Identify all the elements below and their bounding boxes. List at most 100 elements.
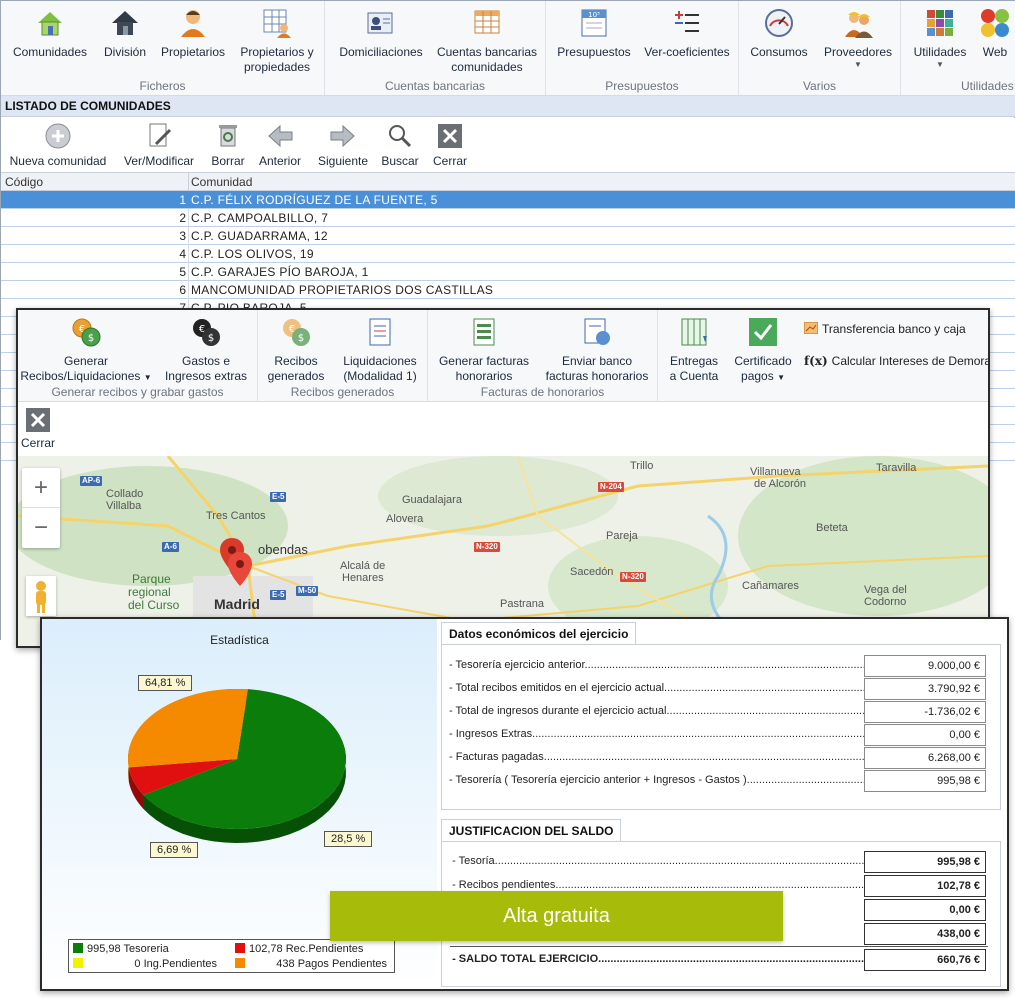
row-name: C.P. LOS OLIVOS, 19: [191, 247, 314, 261]
datos-row: - Tesorería ejercicio anterior..........…: [449, 655, 989, 677]
data-label-tesoreria: 64,81 %: [138, 675, 193, 691]
generar-recibos-button[interactable]: € $ Generar Recibos/Liquidaciones ▼: [20, 316, 152, 385]
legend-swatch: [235, 958, 245, 968]
table-row[interactable]: 3 C.P. GUADARRAMA, 12: [1, 227, 1015, 245]
gauge-icon: [765, 9, 793, 37]
datos-row-value: 995,98 €: [864, 770, 986, 792]
ribbon-group-label-g2: Recibos generados: [290, 385, 395, 399]
map-pin-icon[interactable]: [228, 552, 252, 586]
table-row[interactable]: 4 C.P. LOS OLIVOS, 19: [1, 245, 1015, 263]
pegman-icon: [36, 581, 46, 613]
legend-item-tesoreria: 995,98 Tesoreria: [73, 942, 169, 956]
recibos-window: € $ Generar Recibos/Liquidaciones ▼ € $ …: [16, 308, 990, 648]
proveedores-button[interactable]: Proveedores ▼: [819, 7, 897, 69]
map-label-alcala-1: Alcalá de: [340, 560, 386, 572]
entregas-label-1: Entregas: [669, 354, 719, 368]
arrow-left-icon: [268, 124, 293, 148]
buscar-label: Buscar: [381, 154, 419, 168]
column-header-comunidad[interactable]: Comunidad: [191, 175, 252, 189]
utilidades-button[interactable]: Utilidades ▼: [909, 7, 971, 69]
enviar-banco-label-1: Enviar banco: [561, 354, 633, 368]
recibos-generados-button[interactable]: € $ Recibos generados: [264, 316, 328, 384]
entregas-label-2: a Cuenta: [669, 369, 719, 383]
datos-row-label: - Total de ingresos durante el ejercicio…: [449, 705, 864, 717]
consumos-button[interactable]: Consumos: [745, 7, 813, 60]
house-dark-icon: [112, 11, 138, 35]
enviar-banco-button[interactable]: Enviar banco facturas honorarios: [540, 316, 654, 384]
alta-gratuita-button[interactable]: Alta gratuita: [330, 891, 783, 941]
row-name: C.P. GUADARRAMA, 12: [191, 229, 328, 243]
datos-row-label: - Total recibos emitidos en el ejercicio…: [449, 682, 864, 694]
cerrar-recibos-button[interactable]: Cerrar: [18, 408, 58, 450]
intereses-label: Calcular Intereses de Demora: [831, 354, 990, 368]
table-row[interactable]: 2 C.P. CAMPOALBILLO, 7: [1, 209, 1015, 227]
legend-item-pagos: 438 Pagos Pendientes: [235, 957, 387, 971]
ver-modificar-label: Ver/Modificar: [123, 154, 195, 168]
gastos-label-2: Ingresos extras: [164, 369, 248, 383]
tab-datos-economicos[interactable]: Datos económicos del ejercicio: [441, 622, 637, 644]
entregas-cuenta-button[interactable]: Entregas a Cuenta: [664, 316, 724, 384]
propietarios-propiedades-button[interactable]: Propietarios y propiedades: [235, 7, 319, 75]
generar-facturas-label-1: Generar facturas: [438, 354, 530, 368]
ver-modificar-button[interactable]: Ver/Modificar: [119, 122, 199, 168]
legend-text: 102,78 Rec.Pendientes: [249, 943, 364, 955]
table-row[interactable]: 5 C.P. GARAJES PÍO BAROJA, 1: [1, 263, 1015, 281]
web-button[interactable]: Web: [975, 7, 1015, 60]
person-icon: [181, 10, 205, 37]
anterior-button[interactable]: Anterior: [257, 122, 303, 168]
zoom-out-button[interactable]: −: [22, 508, 60, 548]
justificacion-row: - Tesoría...............................…: [449, 851, 989, 873]
road-label-n204: N-204: [598, 482, 624, 492]
borrar-button[interactable]: Borrar: [207, 122, 249, 168]
tab-justificacion-saldo[interactable]: JUSTIFICACION DEL SALDO: [441, 819, 622, 841]
cuentas-bancarias-comunidades-button[interactable]: Cuentas bancarias comunidades: [433, 7, 541, 75]
datos-row: - Ingresos Extras.......................…: [449, 724, 989, 746]
comunidades-label: Comunidades: [12, 45, 88, 59]
table-row[interactable]: 6 MANCOMUNIDAD PROPIETARIOS DOS CASTILLA…: [1, 281, 1015, 299]
row-separator: [188, 209, 189, 227]
row-code: 3: [179, 229, 186, 243]
presupuestos-label: Presupuestos: [557, 45, 631, 59]
liquidaciones-button[interactable]: Liquidaciones (Modalidad 1): [336, 316, 424, 384]
cerrar-button[interactable]: Cerrar: [429, 122, 471, 168]
column-header-codigo[interactable]: Código: [5, 175, 43, 189]
dark-coins-icon: € $: [193, 319, 220, 346]
nueva-comunidad-button[interactable]: Nueva comunidad: [5, 122, 111, 168]
ribbon-group-label-varios: Varios: [802, 79, 837, 93]
division-button[interactable]: División: [97, 7, 153, 60]
siguiente-label: Siguiente: [317, 154, 369, 168]
chevron-down-icon: ▼: [777, 373, 785, 382]
certificado-pagos-button[interactable]: Certificado pagos ▼: [730, 316, 796, 385]
comunidades-button[interactable]: Comunidades: [7, 7, 93, 60]
gastos-ingresos-button[interactable]: € $ Gastos e Ingresos extras: [158, 316, 254, 384]
datos-row-value: 0,00 €: [864, 724, 986, 746]
map-label-pareja: Pareja: [606, 530, 638, 542]
datos-row-label: - Facturas pagadas......................…: [449, 751, 864, 763]
datos-row-label: - Tesorería ejercicio anterior..........…: [449, 659, 864, 671]
map-label-vega-1: Vega del: [864, 584, 907, 596]
domiciliaciones-button[interactable]: Domiciliaciones: [333, 7, 429, 60]
workers-icon: [845, 12, 873, 38]
calcular-intereses-button[interactable]: f(x) Calcular Intereses de Demora: [804, 354, 990, 368]
map-label-alcobendas: obendas: [258, 542, 308, 557]
road-label-n320b: N-320: [620, 572, 646, 582]
street-view-button[interactable]: [26, 576, 56, 616]
recycle-bin-icon: [219, 125, 237, 147]
ribbon-group-varios: Consumos Proveedores ▼ Varios: [739, 1, 901, 95]
generar-facturas-label-2: honorarios: [455, 369, 513, 383]
generar-facturas-button[interactable]: Generar facturas honorarios: [434, 316, 534, 384]
datos-row-label: - Tesorería ( Tesorería ejercicio anteri…: [449, 774, 864, 786]
siguiente-button[interactable]: Siguiente: [315, 122, 371, 168]
ver-coeficientes-button[interactable]: Ver-coeficientes: [640, 7, 734, 60]
ribbon-group-presupuestos: 10³ Presupuestos Ver-coeficientes Presup…: [546, 1, 739, 95]
legend-item-recibos: 102,78 Rec.Pendientes: [235, 942, 363, 956]
presupuestos-button[interactable]: 10³ Presupuestos: [554, 7, 634, 60]
table-row[interactable]: 1 C.P. FÉLIX RODRÍGUEZ DE LA FUENTE, 5: [1, 191, 1015, 209]
transferencia-button[interactable]: Transferencia banco y caja: [803, 321, 966, 336]
anterior-label: Anterior: [258, 154, 302, 168]
function-icon: f(x): [804, 354, 828, 368]
propietarios-button[interactable]: Propietarios: [157, 7, 229, 60]
buscar-button[interactable]: Buscar: [379, 122, 421, 168]
document-icon: [369, 318, 391, 346]
zoom-in-button[interactable]: +: [22, 468, 60, 508]
